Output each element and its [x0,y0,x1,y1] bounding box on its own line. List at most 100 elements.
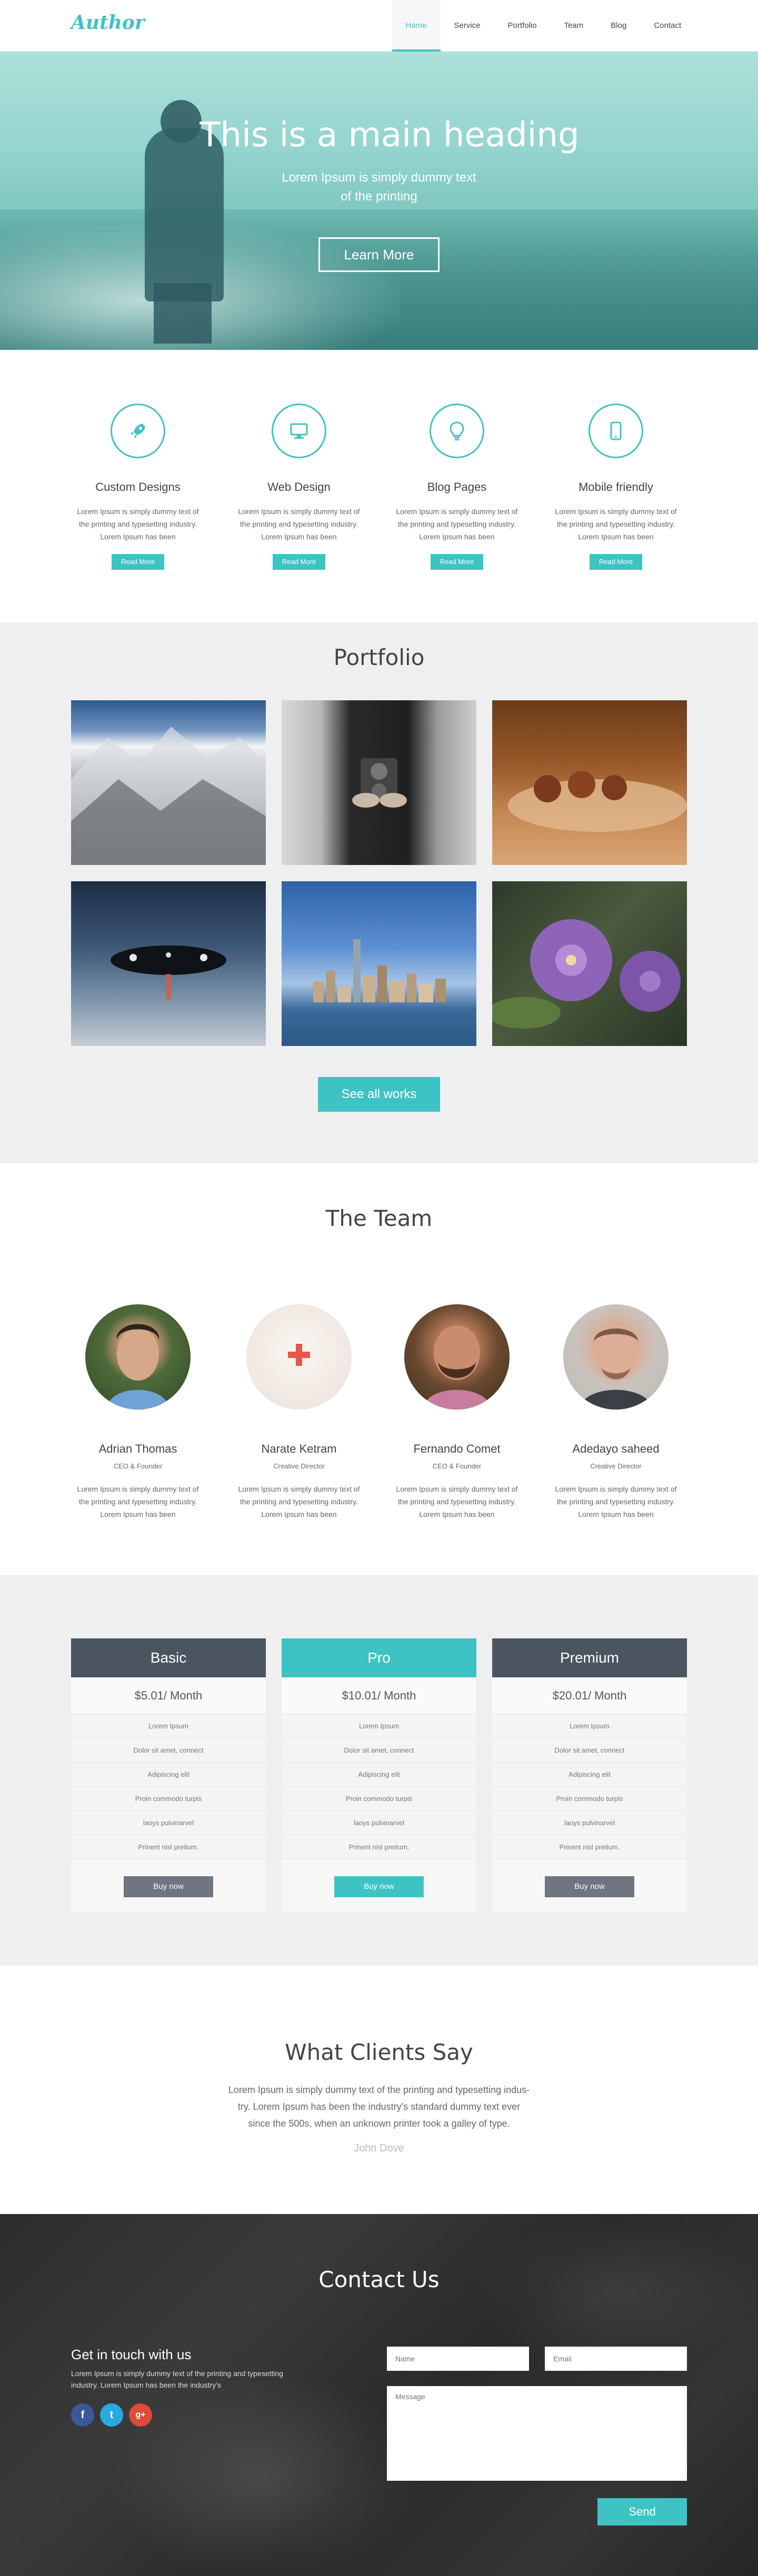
member-description: Lorem Ipsum is simply dummy text of the … [542,1483,690,1521]
member-desc-line: Lorem Ipsum has been [419,1510,495,1518]
send-button[interactable]: Send [597,2498,687,2525]
member-desc-line: Lorem Ipsum has been [261,1510,337,1518]
hero-heading: This is a main heading [200,116,580,155]
service-description: Lorem Ipsum is simply dummy text of the … [225,505,373,543]
member-desc-line: Lorem Ipsum has been [578,1510,654,1518]
portfolio-section: Portfolio See all works [0,622,758,1163]
member-desc-line: the printing and typesetting industry. [240,1497,358,1506]
service-desc-line: Lorem Ipsum has been [419,532,495,541]
plan-name: Basic [71,1638,266,1677]
plan-feature: Prinent nisl pretium. [71,1835,266,1859]
service-title: Mobile friendly [579,480,653,494]
portfolio-item-city[interactable] [282,881,476,1046]
testimonial-quote: Lorem Ipsum is simply dummy text of the … [200,2081,558,2132]
plan-feature: Lorem Ipsum [282,1714,476,1738]
rocket-icon [111,404,165,458]
monitor-icon [272,404,326,458]
service-desc-line: Lorem Ipsum is simply dummy text of [238,507,360,516]
contact-background-blur [105,2372,421,2576]
nav-blog[interactable]: Blog [597,0,640,52]
team-section: The Team Adrian Thomas CEO & Founder Lor… [0,1163,758,1575]
get-in-touch-heading: Get in touch with us [71,2347,192,2362]
portfolio-title: Portfolio [333,645,425,670]
member-role: Creative Director [590,1462,642,1470]
plan-feature: Lorem Ipsum [492,1714,687,1738]
nav-contact[interactable]: Contact [640,0,695,52]
service-title: Blog Pages [427,480,487,494]
member-desc-line: the printing and typesetting industry. [557,1497,675,1506]
nav-home[interactable]: Home [392,0,441,52]
read-more-button[interactable]: Read More [431,554,483,570]
email-field[interactable] [545,2347,687,2371]
member-desc-line: the printing and typesetting industry. [398,1497,516,1506]
service-desc-line: the printing and typesetting industry. [398,520,516,528]
name-field[interactable] [387,2347,529,2371]
member-name: Adrian Thomas [98,1442,177,1455]
read-more-button[interactable]: Read More [590,554,642,570]
buy-now-button[interactable]: Buy now [334,1876,424,1897]
main-menu: Home Service Portfolio Team Blog Contact [392,0,695,52]
message-field[interactable] [387,2386,687,2481]
portfolio-item-drone[interactable] [71,881,266,1046]
buy-now-button[interactable]: Buy now [124,1876,213,1897]
service-desc-line: Lorem Ipsum has been [261,532,337,541]
plan-feature: Adipiscing elit [492,1763,687,1787]
plan-feature: Lorem Ipsum [71,1714,266,1738]
plan-feature: Dolor sit amet, connect [282,1738,476,1763]
site-logo[interactable]: Author [71,12,145,34]
learn-more-button[interactable]: Learn More [318,237,440,272]
service-desc-line: the printing and typesetting industry. [240,520,358,528]
nav-portfolio[interactable]: Portfolio [494,0,551,52]
contact-description: Lorem Ipsum is simply dummy text of the … [71,2368,308,2391]
member-desc-line: Lorem Ipsum is simply dummy text of [77,1485,199,1493]
facebook-icon[interactable]: f [71,2403,94,2427]
member-description: Lorem Ipsum is simply dummy text of the … [64,1483,212,1521]
plan-feature: laoys pulvinarvel [282,1811,476,1835]
member-desc-line: Lorem Ipsum has been [100,1510,176,1518]
plan-feature: Adipiscing elit [71,1763,266,1787]
portfolio-item-mountains[interactable] [71,700,266,865]
service-desc-line: Lorem Ipsum is simply dummy text of [77,507,199,516]
member-role: CEO & Founder [432,1462,482,1470]
plan-feature: Proin commodo turpis [492,1787,687,1811]
hero-banner: This is a main heading Lorem Ipsum is si… [0,52,758,350]
see-all-works-button[interactable]: See all works [318,1077,440,1112]
plan-feature: Adipiscing elit [282,1763,476,1787]
plan-feature: Dolor sit amet, connect [71,1738,266,1763]
hero-subtitle-line2: of the printing [341,189,417,204]
google-plus-icon[interactable]: g+ [129,2403,152,2427]
read-more-button[interactable]: Read More [112,554,164,570]
read-more-button[interactable]: Read More [273,554,325,570]
service-desc-line: Lorem Ipsum has been [100,532,176,541]
nav-team[interactable]: Team [551,0,597,52]
avatar [563,1304,669,1410]
contact-desc-line: Lorem Ipsum is simply dummy text of the … [71,2369,284,2378]
portfolio-item-flower[interactable] [492,881,687,1046]
member-desc-line: Lorem Ipsum is simply dummy text of [555,1485,677,1493]
twitter-icon[interactable]: t [100,2403,123,2427]
page: Author Home Service Portfolio Team Blog … [0,0,758,2576]
plan-feature: Proin commodo turpis [71,1787,266,1811]
service-desc-line: Lorem Ipsum has been [578,532,654,541]
pricing-plan-pro: Pro $10.01/ Month Lorem Ipsum Dolor sit … [282,1638,476,1912]
service-description: Lorem Ipsum is simply dummy text of the … [542,505,690,543]
member-description: Lorem Ipsum is simply dummy text of the … [383,1483,531,1521]
member-name: Narate Ketram [261,1442,337,1455]
contact-title: Contact Us [318,2267,440,2292]
contact-desc-line: industry. Lorem Ipsum has been the indus… [71,2381,221,2389]
quote-line: Lorem Ipsum is simply dummy text of the … [228,2085,530,2095]
portfolio-item-spheres[interactable] [492,700,687,865]
plan-feature: Prinent nisl pretium. [492,1835,687,1859]
member-role: CEO & Founder [113,1462,163,1470]
portfolio-item-camera[interactable] [282,700,476,865]
plan-name: Premium [492,1638,687,1677]
member-name: Adedayo saheed [572,1442,660,1455]
member-desc-line: the printing and typesetting industry. [79,1497,197,1506]
plan-price: $10.01/ Month [282,1677,476,1714]
plan-feature: Dolor sit amet, connect [492,1738,687,1763]
buy-now-button[interactable]: Buy now [545,1876,634,1897]
plan-price: $20.01/ Month [492,1677,687,1714]
services-section: Custom Designs Lorem Ipsum is simply dum… [0,350,758,622]
service-description: Lorem Ipsum is simply dummy text of the … [383,505,531,543]
nav-service[interactable]: Service [441,0,494,52]
